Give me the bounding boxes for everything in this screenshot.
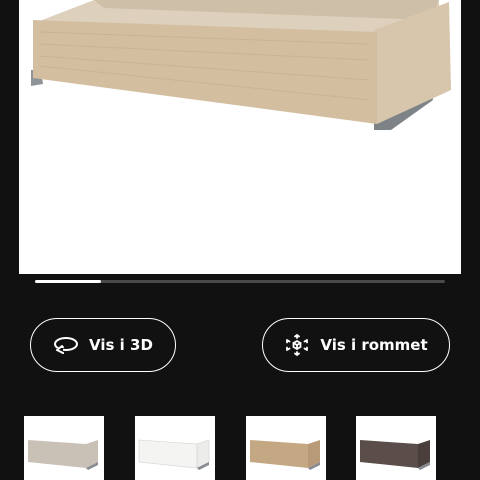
rotate-3d-icon (53, 332, 79, 358)
view-3d-label: Vis i 3D (89, 336, 153, 354)
variant-thumbnail-dark-brown[interactable] (356, 416, 436, 480)
variant-thumbnail-beige[interactable] (24, 416, 104, 480)
drawer-thumbnail-icon (360, 440, 430, 470)
variant-thumbnail-white[interactable] (135, 416, 215, 480)
view-3d-button[interactable]: Vis i 3D (30, 318, 176, 372)
product-image[interactable] (19, 0, 461, 274)
view-in-room-button[interactable]: Vis i rommet (262, 318, 450, 372)
drawer-thumbnail-icon (138, 439, 210, 470)
drawer-image (31, 0, 451, 130)
drawer-front-panel (33, 20, 377, 124)
ar-cube-icon (284, 332, 310, 358)
view-in-room-label: Vis i rommet (320, 336, 428, 354)
gallery-scroll-thumb[interactable] (35, 280, 101, 283)
drawer-thumbnail-icon (28, 440, 98, 470)
gallery-scrollbar[interactable] (35, 280, 445, 283)
drawer-thumbnail-icon (250, 440, 320, 470)
variant-thumbnail-oak[interactable] (246, 416, 326, 480)
